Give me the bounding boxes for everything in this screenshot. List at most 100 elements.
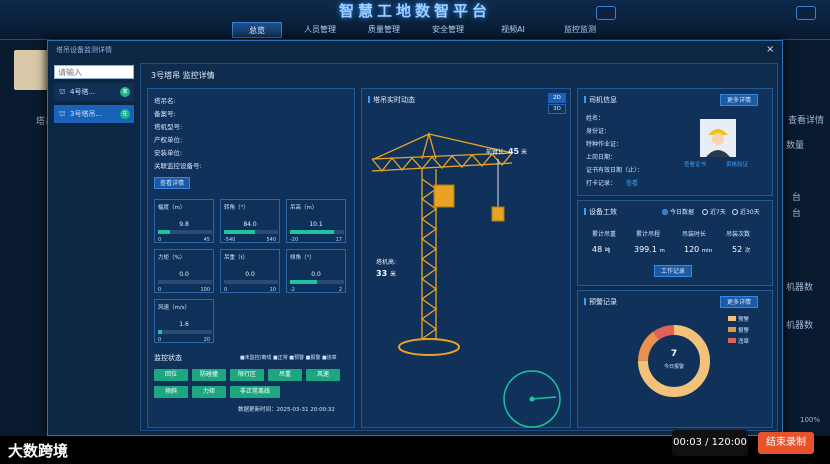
- tower-height-unit: 米: [389, 271, 396, 278]
- driver-expiry: 证书有效日期（止）：: [586, 167, 644, 174]
- tower-height-label: 塔机高:: [376, 259, 397, 266]
- exit-button[interactable]: [796, 6, 816, 20]
- tab-monitoring[interactable]: 监控监测: [552, 22, 608, 38]
- driver-name: 姓名：: [586, 115, 605, 122]
- crane-cabin: [433, 184, 455, 208]
- range-label: 今日数据: [670, 209, 695, 216]
- driver-cert: 特种作业证：: [586, 141, 623, 148]
- status-badge: 在: [120, 109, 130, 119]
- legend-swatch: [728, 327, 736, 332]
- crane-icon: ⛫: [59, 110, 66, 118]
- legend-label: 违章: [738, 339, 750, 345]
- dial-center: [529, 396, 535, 402]
- gauge-value: 1.6: [179, 321, 189, 328]
- brand-logo: 大数跨境: [8, 442, 69, 460]
- device-item-4[interactable]: ⛫ 4号塔... 离: [54, 83, 134, 101]
- driver-more-button[interactable]: 更多详情: [720, 94, 758, 106]
- close-icon[interactable]: ×: [766, 44, 774, 55]
- tab-safety[interactable]: 安全管理: [420, 22, 476, 38]
- range-30d[interactable]: 近30天: [732, 207, 760, 216]
- range-today[interactable]: 今日数据: [662, 207, 694, 216]
- gauge-rotation: 转角（°） 84.0 -540 540: [220, 199, 280, 243]
- status-load[interactable]: 吊重: [268, 369, 302, 381]
- driver-start: 上岗日期：: [586, 154, 617, 161]
- metric-value: 399.1: [634, 245, 657, 254]
- user-avatar: [14, 50, 48, 90]
- alert-donut-chart: [638, 325, 710, 397]
- gauge-max: 540: [266, 237, 276, 243]
- metric-count: 52 次: [732, 245, 750, 254]
- gauge-bar: [158, 330, 212, 334]
- gauge-title: 幅度（m）: [158, 205, 186, 211]
- status-abnormal-offline[interactable]: 非正常离线: [230, 386, 280, 398]
- tab-personnel[interactable]: 人员管理: [292, 22, 348, 38]
- range-7d[interactable]: 近7天: [702, 207, 726, 216]
- metric-value: 120: [684, 245, 700, 254]
- rotation-needle: [531, 396, 557, 400]
- driver-punch: 打卡记录： 查看: [586, 178, 638, 187]
- view-cert-link[interactable]: 查看证书: [684, 160, 706, 168]
- search-input[interactable]: [54, 65, 134, 79]
- screen-button[interactable]: [596, 6, 616, 20]
- gauge-bar: [224, 280, 278, 284]
- update-time-label: 数据更新时间：: [238, 407, 277, 413]
- front-arm-unit: 米: [521, 149, 528, 156]
- status-anticollision[interactable]: 防碰撞: [192, 369, 226, 381]
- field-installer: 安装单位:: [154, 149, 183, 157]
- bg-unit-label: 台: [792, 193, 802, 203]
- front-arm-value: 45: [507, 147, 520, 156]
- range-label: 近30天: [740, 209, 760, 216]
- metric-unit: 吨: [604, 248, 611, 254]
- radio-icon: [732, 209, 738, 215]
- device-item-3[interactable]: ⛫ 3号塔吊... 在: [54, 105, 134, 123]
- gauge-fill: [224, 230, 256, 234]
- gauge-height: 吊高（m） 10.1 -20 17: [286, 199, 346, 243]
- driver-title: 司机信息: [584, 95, 617, 105]
- status-torque[interactable]: 力矩: [192, 386, 226, 398]
- update-time: 数据更新时间：2025-03-31 20:00:32: [238, 405, 335, 413]
- range-label: 近7天: [710, 209, 726, 216]
- status-wind[interactable]: 风速: [306, 369, 340, 381]
- gauge-tilt: 倾角（°） 0.0 -2 2: [286, 249, 346, 293]
- bg-view-detail[interactable]: 查看详情: [788, 113, 824, 126]
- status-legend: ■未监控/离线 ■正常 ■预警 ■报警 ■违章: [240, 355, 337, 361]
- status-restricted-zone[interactable]: 限行区: [230, 369, 264, 381]
- work-record-button[interactable]: 工作记录: [654, 265, 692, 277]
- field-crane-name: 塔吊名:: [154, 97, 176, 105]
- tab-overview[interactable]: 总览: [232, 22, 282, 38]
- work-efficiency-panel: 设备工效 今日数据 近7天 近30天 累计吊重 累计吊程 吊装时长 吊装次数 4…: [577, 200, 773, 286]
- legend-label: 预警: [738, 317, 750, 323]
- gauge-title: 力矩（%）: [158, 255, 186, 261]
- status-reset[interactable]: 回位: [154, 369, 188, 381]
- gauge-bar: [224, 230, 278, 234]
- driver-panel: 司机信息 更多详情 姓名： 身份证： 特种作业证： 上岗日期： 证书有效日期（止…: [577, 88, 773, 196]
- gauge-range: 幅度（m） 9.8 0 45: [154, 199, 214, 243]
- gauge-min: 0: [158, 337, 162, 343]
- metric-header-count: 吊装次数: [726, 231, 751, 238]
- gauge-max: 100: [200, 287, 210, 293]
- front-arm-text: 前臂长:: [486, 149, 507, 156]
- update-time-value: 2025-03-31 20:00:32: [276, 407, 335, 413]
- gauge-fill: [158, 230, 170, 234]
- device-name: 4号塔...: [70, 88, 96, 96]
- metric-unit: 次: [744, 248, 751, 254]
- gauge-title: 倾角（°）: [290, 255, 315, 261]
- status-tilt[interactable]: 倾斜: [154, 386, 188, 398]
- tab-quality[interactable]: 质量管理: [356, 22, 412, 38]
- radio-icon: [662, 209, 668, 215]
- gauge-title: 吊重（t）: [224, 255, 249, 261]
- legend-warning: 预警: [728, 315, 749, 323]
- stop-recording-button[interactable]: 结束录制: [758, 432, 814, 454]
- view-detail-button[interactable]: 查看详情: [154, 177, 190, 189]
- verify-link[interactable]: 资格验证: [726, 160, 748, 168]
- records-more-button[interactable]: 更多详情: [720, 296, 758, 308]
- gauge-max: 2: [338, 287, 342, 293]
- punch-link[interactable]: 查看: [626, 180, 638, 187]
- metric-unit: min: [701, 248, 713, 254]
- gauge-value: 0.0: [311, 271, 321, 278]
- tab-video-ai[interactable]: 视频AI: [488, 22, 538, 38]
- metric-header-duration: 吊装时长: [682, 231, 707, 238]
- detail-panel: 3号塔吊 监控详情 塔吊名: 备案号: 塔机型号: 产权单位: 安装单位: 关联…: [140, 63, 778, 431]
- bg-count-label: 数量: [786, 141, 805, 151]
- bg-unit-label-2: 台: [792, 209, 802, 219]
